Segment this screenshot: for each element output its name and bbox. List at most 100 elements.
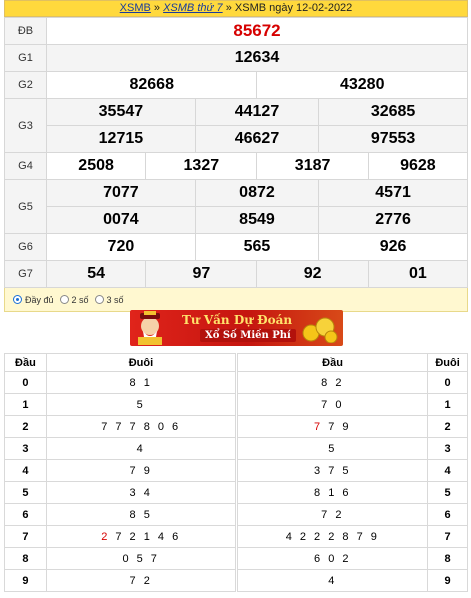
- option-full-label: Đầy đủ: [25, 294, 54, 305]
- prize-g4-number: 2508: [45, 152, 147, 180]
- loto-special-digit: 2: [101, 530, 110, 543]
- loto-tail-digit: 9: [427, 569, 468, 592]
- prize-label-g5: G5: [4, 179, 47, 234]
- breadcrumb-current: XSMB ngày 12-02-2022: [234, 2, 353, 14]
- loto-head-digits: 8 2: [236, 371, 429, 394]
- loto-head-digit: 2: [4, 415, 47, 438]
- loto-head-digit: 9: [4, 569, 47, 592]
- god-of-wealth-icon: [138, 311, 162, 345]
- loto-tail-digits: 3 4: [45, 481, 237, 504]
- loto-tail-digits: 8 1: [45, 371, 237, 394]
- loto-head-digit: 4: [4, 459, 47, 482]
- loto-head-digit: 1: [4, 393, 47, 416]
- radio-3-digits[interactable]: [94, 295, 104, 304]
- view-options: Đầy đủ 2 số 3 số: [4, 288, 468, 312]
- gold-coins-icon: [302, 317, 338, 343]
- loto-tail-digits: 7 7 7 8 0 6: [45, 415, 237, 438]
- prize-g5-number: 0074: [46, 206, 196, 234]
- loto-tail-digit: 8: [427, 547, 468, 570]
- loto-tail-digits: 4: [45, 437, 237, 460]
- option-2-digits-label: 2 số: [71, 294, 89, 305]
- loto-table-dau: Đầu Đuôi 08 1 15 27 7 7 8 0 6 34 47 9 53…: [4, 353, 237, 592]
- option-3-digits[interactable]: 3 số: [94, 294, 124, 305]
- loto-header-dau: Đầu: [4, 353, 47, 372]
- loto-special-digit: 7: [314, 420, 323, 433]
- radio-2-digits[interactable]: [59, 295, 69, 304]
- breadcrumb-separator: »: [150, 2, 164, 14]
- prize-g4-number: 3187: [256, 152, 369, 180]
- loto-tail-digit: 4: [427, 459, 468, 482]
- loto-head-digits: 4: [236, 569, 429, 592]
- prize-label-g3: G3: [4, 98, 47, 153]
- radio-full[interactable]: [13, 295, 22, 304]
- prize-g7-number: 92: [256, 260, 369, 288]
- loto-head-digit: 3: [4, 437, 47, 460]
- prize-g6-number: 565: [194, 233, 320, 261]
- loto-tail-digits: 5: [45, 393, 237, 416]
- loto-head-digits: 5: [236, 437, 429, 460]
- loto-header-dau: Đầu: [236, 353, 429, 372]
- prize-label-g2: G2: [4, 71, 47, 99]
- loto-tail-digit: 1: [427, 393, 468, 416]
- prize-g5-number: 4571: [318, 179, 468, 207]
- prize-g3-number: 32685: [318, 98, 468, 126]
- prize-g3-number: 12715: [46, 125, 196, 153]
- loto-head-digit: 0: [4, 371, 47, 394]
- loto-tail-digits: 0 5 7: [45, 547, 237, 570]
- loto-header-duoi: Đuôi: [427, 353, 468, 372]
- prize-g2-number: 43280: [256, 71, 468, 99]
- loto-head-digit: 6: [4, 503, 47, 526]
- loto-header-duoi: Đuôi: [45, 353, 237, 372]
- loto-tail-digit: 7: [427, 525, 468, 548]
- loto-head-digits: 7 2: [236, 503, 429, 526]
- prize-g7-number: 54: [45, 260, 147, 288]
- prize-label-g4: G4: [4, 152, 47, 180]
- loto-head-digit: 7: [4, 525, 47, 548]
- prize-g6-number: 720: [46, 233, 196, 261]
- loto-head-digit: 8: [4, 547, 47, 570]
- prize-g7-number: 01: [367, 260, 469, 288]
- prize-g3-number: 35547: [46, 98, 196, 126]
- option-2-digits[interactable]: 2 số: [59, 294, 89, 305]
- prize-special-number: 85672: [46, 17, 468, 45]
- loto-head-digits: 8 1 6: [236, 481, 429, 504]
- option-3-digits-label: 3 số: [106, 294, 124, 305]
- loto-tail-digit: 3: [427, 437, 468, 460]
- banner-line2: Xổ Số Miền Phí: [200, 329, 296, 342]
- loto-tail-digits: 2 7 2 1 4 6: [45, 525, 237, 548]
- prize-g5-number: 7077: [46, 179, 196, 207]
- loto-table-duoi: Đầu Đuôi 8 20 7 01 7 7 92 53 3 7 54 8 1 …: [236, 353, 468, 592]
- loto-tail-digits: 8 5: [45, 503, 237, 526]
- results-table: ĐB 85672 G1 12634 G2 82668 43280 G3 3554…: [4, 17, 469, 288]
- loto-head-digits: 7 7 9: [236, 415, 429, 438]
- prize-g5-number: 2776: [318, 206, 468, 234]
- banner-line1: Tư Vấn Dự Đoán: [182, 313, 293, 327]
- prize-g4-number: 9628: [367, 152, 469, 180]
- prize-g5-number: 8549: [194, 206, 320, 234]
- prize-label-g6: G6: [4, 233, 47, 261]
- prize-label-db: ĐB: [4, 17, 47, 45]
- loto-head-digits: 6 0 2: [236, 547, 429, 570]
- loto-head-digits: 3 7 5: [236, 459, 429, 482]
- loto-tail-digit: 0: [427, 371, 468, 394]
- loto-tail-digit: 5: [427, 481, 468, 504]
- prize-g3-number: 44127: [194, 98, 320, 126]
- prize-g4-number: 1327: [145, 152, 258, 180]
- prize-g2-number: 82668: [45, 71, 258, 99]
- prize-label-g7: G7: [4, 260, 47, 288]
- prediction-banner[interactable]: Tư Vấn Dự Đoán Xổ Số Miền Phí: [130, 310, 343, 346]
- loto-head-digits: 7 0: [236, 393, 429, 416]
- loto-head-rest: 7 9: [322, 420, 352, 433]
- loto-tail-digit: 2: [427, 415, 468, 438]
- option-full[interactable]: Đầy đủ: [13, 295, 54, 305]
- loto-tail-digit: 6: [427, 503, 468, 526]
- prize-g7-number: 97: [145, 260, 258, 288]
- loto-tail-digits: 7 2: [45, 569, 237, 592]
- prize-g3-number: 46627: [194, 125, 320, 153]
- loto-tail-rest: 7 2 1 4 6: [109, 530, 181, 543]
- breadcrumb-link-thu7[interactable]: XSMB thứ 7: [163, 2, 223, 14]
- breadcrumb-link-xsmb[interactable]: XSMB: [120, 2, 151, 14]
- breadcrumb: XSMB » XSMB thứ 7 » XSMB ngày 12-02-2022: [4, 0, 468, 17]
- prize-label-g1: G1: [4, 44, 47, 72]
- loto-head-digit: 5: [4, 481, 47, 504]
